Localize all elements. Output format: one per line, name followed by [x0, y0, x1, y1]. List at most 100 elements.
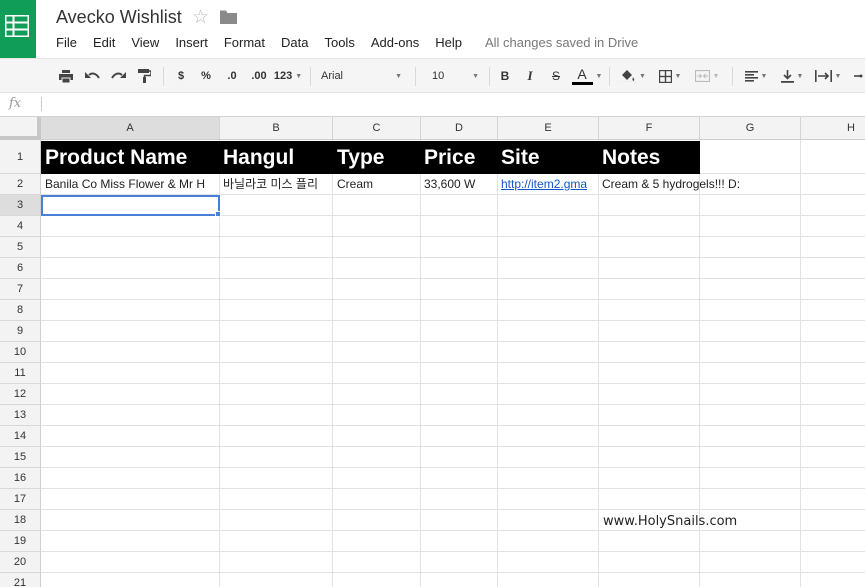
row-header-7[interactable]: 7	[0, 279, 41, 300]
menu-view[interactable]: View	[131, 35, 159, 51]
grid-line	[41, 530, 865, 531]
toolbar-separator	[163, 67, 164, 86]
fill-color-button[interactable]: ▼	[616, 59, 650, 93]
row-header-10[interactable]: 10	[0, 342, 41, 363]
undo-icon	[84, 71, 100, 79]
cell-e1[interactable]: Site	[497, 141, 599, 174]
formula-bar-separator	[41, 97, 42, 111]
row-header-17[interactable]: 17	[0, 489, 41, 510]
text-wrapping-button[interactable]: ▼	[811, 59, 845, 93]
cell-b2[interactable]: 바닐라코 미스 플리	[219, 174, 332, 195]
active-cell-a3[interactable]	[41, 195, 220, 216]
paint-format-button[interactable]	[133, 59, 155, 93]
menu-data[interactable]: Data	[281, 35, 308, 51]
column-header-e[interactable]: E	[498, 117, 599, 140]
cell-b1[interactable]: Hangul	[219, 141, 333, 174]
star-icon[interactable]: ☆	[192, 6, 209, 29]
merge-cells-button[interactable]: ▼	[689, 59, 725, 93]
increase-decimals-label: .00	[251, 70, 267, 82]
print-button[interactable]	[55, 59, 77, 93]
menu-insert[interactable]: Insert	[175, 35, 208, 51]
menu-addons[interactable]: Add-ons	[371, 35, 419, 51]
sheets-logo[interactable]	[0, 0, 36, 58]
cell-c1[interactable]: Type	[333, 141, 421, 174]
menu-help[interactable]: Help	[435, 35, 462, 51]
row-header-19[interactable]: 19	[0, 531, 41, 552]
text-color-button[interactable]: A ▼	[571, 59, 603, 93]
row-header-1[interactable]: 1	[0, 140, 41, 174]
grid-line	[41, 278, 865, 279]
save-status[interactable]: All changes saved in Drive	[485, 35, 638, 50]
row-header-21[interactable]: 21	[0, 573, 41, 587]
cell-f1[interactable]: Notes	[598, 141, 700, 174]
row-header-20[interactable]: 20	[0, 552, 41, 573]
formula-input[interactable]	[48, 95, 848, 113]
row-header-6[interactable]: 6	[0, 258, 41, 279]
row-header-2[interactable]: 2	[0, 174, 41, 195]
column-header-d[interactable]: D	[421, 117, 498, 140]
folder-icon[interactable]	[220, 10, 237, 29]
menu-edit[interactable]: Edit	[93, 35, 115, 51]
column-header-g[interactable]: G	[700, 117, 801, 140]
currency-format-button[interactable]: $	[172, 59, 190, 93]
horizontal-align-button[interactable]: ▼	[740, 59, 772, 93]
borders-button[interactable]: ▼	[654, 59, 686, 93]
redo-button[interactable]	[107, 59, 129, 93]
row-header-4[interactable]: 4	[0, 216, 41, 237]
row-header-8[interactable]: 8	[0, 300, 41, 321]
cell-f2[interactable]: Cream & 5 hydrogels!!! D:	[598, 174, 798, 195]
font-size-dropdown[interactable]: 10 ▼	[432, 59, 480, 93]
column-header-f[interactable]: F	[599, 117, 700, 140]
toolbar-separator	[732, 67, 733, 86]
italic-button[interactable]: I	[521, 59, 539, 93]
fill-handle[interactable]	[215, 211, 221, 217]
row-header-14[interactable]: 14	[0, 426, 41, 447]
column-header-c[interactable]: C	[333, 117, 421, 140]
menu-file[interactable]: File	[56, 35, 77, 51]
grid-line	[41, 488, 865, 489]
column-header-a[interactable]: A	[41, 117, 220, 140]
grid-line	[41, 257, 865, 258]
grid-line	[497, 140, 498, 587]
menu-tools[interactable]: Tools	[324, 35, 354, 51]
chevron-down-icon: ▼	[472, 72, 479, 80]
column-header-b[interactable]: B	[220, 117, 333, 140]
row-header-15[interactable]: 15	[0, 447, 41, 468]
function-icon: fx	[9, 96, 22, 111]
row-header-18[interactable]: 18	[0, 510, 41, 531]
document-title[interactable]: Avecko Wishlist	[56, 7, 182, 28]
cell-a2[interactable]: Banila Co Miss Flower & Mr H	[41, 174, 219, 195]
percent-format-button[interactable]: %	[197, 59, 215, 93]
row-header-12[interactable]: 12	[0, 384, 41, 405]
cell-c2[interactable]: Cream	[333, 174, 420, 195]
text-rotation-button[interactable]	[848, 59, 865, 93]
cell-e2-link[interactable]: http://item2.gma	[497, 174, 598, 195]
align-left-icon	[744, 70, 758, 82]
column-header-h[interactable]: H	[801, 117, 865, 140]
increase-decimals-button[interactable]: .00	[246, 59, 272, 93]
row-header-16[interactable]: 16	[0, 468, 41, 489]
bold-button[interactable]: B	[496, 59, 514, 93]
borders-icon	[658, 69, 672, 83]
text-color-bar	[571, 81, 593, 85]
menu-format[interactable]: Format	[224, 35, 265, 51]
row-header-5[interactable]: 5	[0, 237, 41, 258]
select-all-corner[interactable]	[0, 117, 41, 140]
grid-line	[41, 236, 865, 237]
grid-line	[41, 572, 865, 573]
cell-d1[interactable]: Price	[420, 141, 498, 174]
strikethrough-button[interactable]: S	[547, 59, 565, 93]
toolbar-separator	[310, 67, 311, 86]
more-formats-dropdown[interactable]: 123 ▼	[273, 59, 303, 93]
row-header-3[interactable]: 3	[0, 195, 41, 216]
font-family-dropdown[interactable]: Arial ▼	[321, 59, 405, 93]
row-header-11[interactable]: 11	[0, 363, 41, 384]
row-header-13[interactable]: 13	[0, 405, 41, 426]
cell-a1[interactable]: Product Name	[41, 141, 220, 174]
decrease-decimals-button[interactable]: .0	[221, 59, 243, 93]
cell-d2[interactable]: 33,600 W	[420, 174, 497, 195]
undo-button[interactable]	[81, 59, 103, 93]
row-header-9[interactable]: 9	[0, 321, 41, 342]
grid-line	[41, 425, 865, 426]
vertical-align-button[interactable]: ▼	[776, 59, 808, 93]
